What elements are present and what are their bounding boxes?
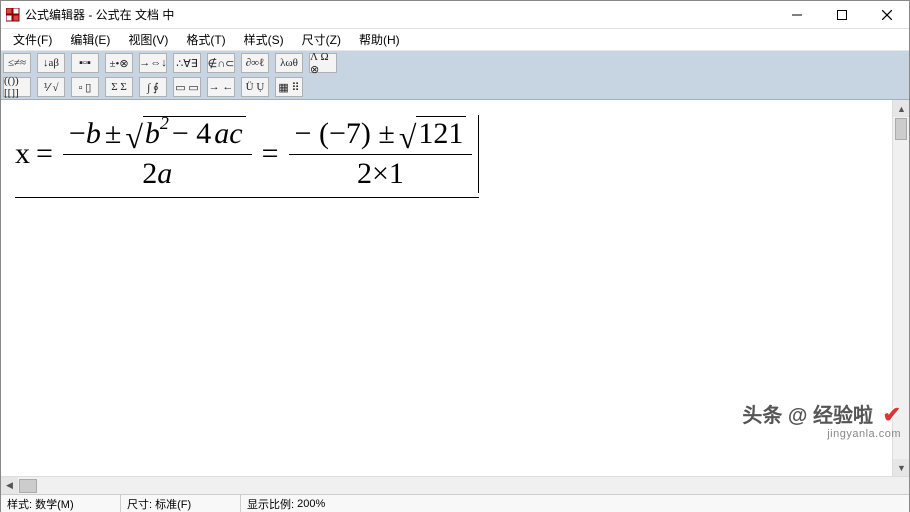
status-zoom: 显示比例: 200%	[241, 495, 909, 512]
toolbar-area: ≤≠≈ ↓aβ ▪▫▪ ±•⊗ →⇔↓ ∴∀∃ ∉∩⊂ ∂∞ℓ λωθ Λ Ω …	[1, 51, 909, 100]
menu-view[interactable]: 视图(V)	[120, 29, 176, 50]
text-cursor	[478, 115, 479, 193]
watermark-line1a: 头条 @	[742, 405, 807, 427]
status-style-value: 数学(M)	[35, 496, 74, 512]
palette-arrows[interactable]: →⇔↓	[140, 54, 166, 72]
palette-operators[interactable]: ±•⊗	[106, 54, 132, 72]
rad-exp: 2	[160, 113, 169, 134]
rad-minus4: − 4	[172, 117, 211, 151]
palette-sets[interactable]: ∉∩⊂	[208, 54, 234, 72]
den-a: a	[157, 157, 172, 191]
watermark: 头条 @ 经验啦 ✔ jingyanla.com	[742, 399, 901, 440]
scroll-up-icon[interactable]: ▲	[893, 100, 909, 117]
menu-format[interactable]: 格式(T)	[178, 29, 233, 50]
editor-canvas[interactable]: x = − b ± √ b2 − 4 a c	[1, 100, 909, 476]
horizontal-scrollbar[interactable]: ◀	[1, 476, 909, 494]
template-matrices[interactable]: ▦ ⠿	[276, 78, 302, 96]
palette-greek-uc[interactable]: Λ Ω ⊗	[310, 54, 336, 72]
app-icon	[5, 7, 21, 23]
scroll-thumb-h[interactable]	[19, 479, 37, 493]
rad-a: a	[214, 117, 229, 151]
menu-help[interactable]: 帮助(H)	[351, 29, 408, 50]
maximize-button[interactable]	[819, 1, 864, 29]
formula[interactable]: x = − b ± √ b2 − 4 a c	[15, 114, 479, 198]
status-size-value: 标准(F)	[155, 496, 191, 512]
menu-edit[interactable]: 编辑(E)	[62, 29, 118, 50]
scroll-down-icon[interactable]: ▼	[893, 459, 909, 476]
titlebar: 公式编辑器 - 公式在 文档 中	[1, 1, 909, 29]
scroll-left-icon[interactable]: ◀	[1, 477, 18, 494]
template-arrows[interactable]: → ←	[208, 78, 234, 96]
palette-logic[interactable]: ∴∀∃	[174, 54, 200, 72]
status-zoom-value: 200%	[297, 498, 325, 510]
radical-icon: √	[399, 125, 417, 161]
sqrt-2: √ 121	[399, 116, 467, 152]
scroll-thumb-v[interactable]	[895, 118, 907, 140]
template-fractions[interactable]: ⅟ √	[38, 78, 64, 96]
template-bars[interactable]: ▭ ▭	[174, 78, 200, 96]
status-size: 尺寸: 标准(F)	[121, 495, 241, 512]
template-sums[interactable]: Σ Σ	[106, 78, 132, 96]
template-fences[interactable]: (()) [[]]	[4, 78, 30, 96]
menu-file[interactable]: 文件(F)	[5, 29, 60, 50]
window-title: 公式编辑器 - 公式在 文档 中	[25, 6, 174, 23]
sqrt-1: √ b2 − 4 a c	[125, 116, 245, 152]
menu-style[interactable]: 样式(S)	[236, 29, 292, 50]
minimize-button[interactable]	[774, 1, 819, 29]
fraction-2: − (−7) ± √ 121 2×1	[289, 114, 473, 193]
palette-spaces[interactable]: ▪▫▪	[72, 54, 98, 72]
watermark-line1b: 经验啦	[813, 405, 873, 427]
fraction-1: − b ± √ b2 − 4 a c 2	[63, 114, 252, 193]
palette-relations[interactable]: ≤≠≈	[4, 54, 30, 72]
template-scripts[interactable]: ▫ ▯	[72, 78, 98, 96]
status-size-label: 尺寸:	[127, 496, 152, 512]
num2-prefix: − (−7) ±	[295, 117, 395, 151]
template-accents[interactable]: Ü Ụ	[242, 78, 268, 96]
palette-misc[interactable]: ∂∞ℓ	[242, 54, 268, 72]
menubar: 文件(F) 编辑(E) 视图(V) 格式(T) 样式(S) 尺寸(Z) 帮助(H…	[1, 29, 909, 51]
rad-b: b	[145, 117, 160, 151]
status-zoom-label: 显示比例:	[247, 496, 294, 512]
watermark-line2: jingyanla.com	[827, 428, 901, 440]
template-integrals[interactable]: ∫ ∮	[140, 78, 166, 96]
close-button[interactable]	[864, 1, 909, 29]
den-two: 2	[142, 157, 157, 191]
menu-size[interactable]: 尺寸(Z)	[294, 29, 349, 50]
var-x: x	[15, 137, 30, 171]
status-style-label: 样式:	[7, 496, 32, 512]
equals-2: =	[262, 137, 279, 171]
statusbar: 样式: 数学(M) 尺寸: 标准(F) 显示比例: 200%	[1, 494, 909, 512]
rad-121: 121	[416, 116, 466, 152]
var-b: b	[86, 117, 101, 151]
toolbar-row-1: ≤≠≈ ↓aβ ▪▫▪ ±•⊗ →⇔↓ ∴∀∃ ∉∩⊂ ∂∞ℓ λωθ Λ Ω …	[1, 51, 909, 75]
palette-greek-lc[interactable]: λωθ	[276, 54, 302, 72]
radical-icon: √	[125, 125, 143, 161]
rad-c: c	[229, 117, 242, 151]
equals-1: =	[36, 137, 53, 171]
palette-embellish[interactable]: ↓aβ	[38, 54, 64, 72]
plus-minus-1: ±	[105, 117, 121, 151]
toolbar-row-2: (()) [[]] ⅟ √ ▫ ▯ Σ Σ ∫ ∮ ▭ ▭ → ← Ü Ụ ▦ …	[1, 75, 909, 99]
status-style: 样式: 数学(M)	[1, 495, 121, 512]
vertical-scrollbar[interactable]: ▲ ▼	[892, 100, 909, 476]
neg-sign: −	[69, 117, 86, 151]
